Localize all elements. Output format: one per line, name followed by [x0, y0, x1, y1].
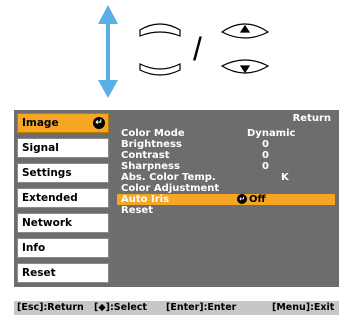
menu-row-brightness[interactable]: Brightness 0 [117, 139, 335, 150]
menu-row-value: ↵ Off [237, 194, 266, 205]
sidebar-item-label: Extended [22, 192, 78, 204]
menu-row-value: K [281, 172, 289, 183]
menu-row-abs-color-temp[interactable]: Abs. Color Temp. K [117, 172, 335, 183]
menu-row-sharpness[interactable]: Sharpness 0 [117, 161, 335, 172]
sidebar-item-extended[interactable]: Extended [17, 188, 109, 208]
menu-row-contrast[interactable]: Contrast 0 [117, 150, 335, 161]
enter-icon: ↵ [237, 194, 247, 204]
menu-row-value: Dynamic [247, 128, 296, 139]
return-button[interactable]: Return [293, 113, 331, 124]
sidebar-item-signal[interactable]: Signal [17, 138, 109, 158]
sidebar-item-label: Reset [22, 267, 56, 279]
menu-row-label: Sharpness [121, 161, 180, 172]
sidebar-item-label: Settings [22, 167, 72, 179]
sidebar-item-label: Image [22, 117, 59, 129]
menu-row-value: 0 [262, 161, 269, 172]
help-bar: [Esc]:Return [◆]:Select [Enter]:Enter [M… [14, 301, 339, 315]
enter-icon: ↵ [93, 117, 105, 129]
help-select: [◆]:Select [94, 302, 147, 313]
menu-row-label: Abs. Color Temp. [121, 172, 216, 183]
up-down-button-icon [220, 23, 270, 74]
sidebar-item-info[interactable]: Info [17, 238, 109, 258]
menu-row-label: Contrast [121, 150, 170, 161]
sidebar-item-settings[interactable]: Settings [17, 163, 109, 183]
menu-row-label: Reset [121, 205, 153, 216]
vertical-arrow-icon [98, 5, 118, 98]
menu-row-reset[interactable]: Reset [117, 205, 335, 216]
menu-row-color-adjustment[interactable]: Color Adjustment [117, 183, 335, 194]
menu-row-label: Color Adjustment [121, 183, 220, 194]
menu-row-label: Brightness [121, 139, 182, 150]
sidebar-item-label: Signal [22, 142, 59, 154]
menu-sidebar: Image ↵ Signal Settings Extended Network… [14, 110, 112, 287]
menu-row-value: 0 [262, 150, 269, 161]
navigation-diagram: / [98, 5, 270, 98]
auto-iris-value: Off [249, 194, 266, 205]
separator-slash: / [193, 31, 202, 67]
help-menu-exit: [Menu]:Exit [272, 302, 335, 313]
projector-menu-panel: Image ↵ Signal Settings Extended Network… [14, 110, 339, 287]
help-enter: [Enter]:Enter [166, 302, 237, 313]
curved-button-icon [139, 23, 181, 76]
sidebar-item-reset[interactable]: Reset [17, 263, 109, 283]
menu-items: Return Color Mode Dynamic Brightness 0 C… [115, 110, 339, 287]
menu-row-label: Auto Iris [121, 194, 170, 205]
sidebar-item-label: Network [22, 217, 73, 229]
menu-row-auto-iris[interactable]: Auto Iris ↵ Off [117, 194, 335, 205]
sidebar-item-image[interactable]: Image ↵ [17, 113, 109, 133]
help-esc-return: [Esc]:Return [17, 302, 84, 313]
menu-row-value: 0 [262, 139, 269, 150]
menu-row-label: Color Mode [121, 128, 185, 139]
sidebar-item-network[interactable]: Network [17, 213, 109, 233]
menu-row-color-mode[interactable]: Color Mode Dynamic [117, 128, 335, 139]
sidebar-item-label: Info [22, 242, 46, 254]
